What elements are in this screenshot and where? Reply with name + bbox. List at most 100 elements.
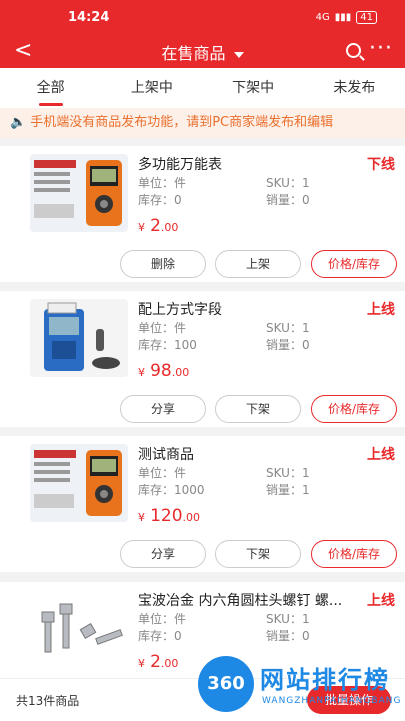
sku-value: 1	[301, 176, 310, 190]
sales-value: 1	[302, 483, 310, 497]
unit-row: 单位：件	[138, 464, 186, 481]
sales-label: 销量：	[266, 629, 303, 643]
tab-off-shelf[interactable]: 下架中	[203, 68, 304, 108]
search-icon[interactable]	[346, 43, 361, 58]
product-status: 上线	[367, 447, 395, 463]
price-decimal: .00	[182, 511, 201, 524]
sku-label: SKU：	[266, 466, 302, 480]
stock-label: 库存：	[138, 193, 175, 207]
more-icon[interactable]: ···	[369, 36, 393, 61]
price-integer: 120	[150, 506, 183, 526]
product-status: 上线	[367, 593, 395, 609]
tab-on-shelf[interactable]: 上架中	[101, 68, 202, 108]
tab-bar: 全部 上架中 下架中 未发布	[0, 68, 405, 108]
unit-value: 件	[174, 321, 187, 335]
stock-label: 库存：	[138, 483, 175, 497]
sales-label: 销量：	[266, 338, 303, 352]
price-decimal: .00	[171, 366, 190, 379]
unlist-button[interactable]: 下架	[215, 540, 301, 568]
product-status: 上线	[367, 302, 395, 318]
price-integer: 98	[150, 361, 172, 381]
nav-bar: < 在售商品 ···	[0, 34, 405, 68]
network-label: 4G	[315, 12, 330, 23]
unit-label: 单位：	[138, 321, 175, 335]
status-bar: 14:24 4G ▮▮▮ 41	[0, 0, 405, 34]
sales-value: 0	[302, 629, 310, 643]
watermark: 360 网站排行榜 WANGZHANPAIHANGBANG	[198, 652, 403, 718]
currency-symbol: ¥	[138, 221, 145, 234]
tab-unpublished[interactable]: 未发布	[304, 68, 405, 108]
sku-value: 1	[301, 612, 310, 626]
price-decimal: .00	[160, 657, 179, 670]
caret-down-icon	[233, 51, 244, 58]
product-price: ¥ 120.00	[138, 506, 200, 526]
unit-value: 件	[174, 176, 187, 190]
sku-row: SKU：1	[266, 174, 310, 191]
share-button[interactable]: 分享	[120, 395, 206, 423]
sales-row: 销量：0	[266, 336, 310, 353]
delete-button[interactable]: 删除	[120, 250, 206, 278]
battery-icon: 41	[356, 11, 377, 24]
product-price: ¥ 2.00	[138, 216, 178, 236]
product-name: 配上方式字段	[138, 302, 222, 318]
unit-value: 件	[174, 466, 187, 480]
list-button[interactable]: 上架	[215, 250, 301, 278]
product-count: 共13件商品	[16, 694, 80, 708]
price-stock-button[interactable]: 价格/库存	[311, 250, 397, 278]
notice-text: 手机端没有商品发布功能，请到PC商家端发布和编辑	[30, 115, 334, 130]
product-status: 下线	[367, 157, 395, 173]
signal-icon: ▮▮▮	[334, 12, 352, 23]
hardness-tester-image	[30, 299, 128, 377]
product-card[interactable]: 测试商品 上线 单位：件 SKU：1 库存：1000 销量：1 ¥ 120.00…	[0, 436, 405, 572]
product-card[interactable]: 配上方式字段 上线 单位：件 SKU：1 库存：100 销量：0 ¥ 98.00…	[0, 291, 405, 427]
sales-row: 销量：1	[266, 481, 310, 498]
stock-row: 库存：0	[138, 191, 182, 208]
watermark-url: WANGZHANPAIHANGBANG	[262, 696, 402, 706]
price-integer: 2	[150, 652, 161, 672]
tab-all[interactable]: 全部	[0, 68, 101, 108]
stock-row: 库存：1000	[138, 481, 205, 498]
product-price: ¥ 2.00	[138, 652, 178, 672]
stock-value: 0	[174, 193, 182, 207]
watermark-logo: 360	[198, 656, 254, 712]
sales-label: 销量：	[266, 193, 303, 207]
price-stock-button[interactable]: 价格/库存	[311, 540, 397, 568]
stock-value: 100	[174, 338, 197, 352]
price-stock-button[interactable]: 价格/库存	[311, 395, 397, 423]
product-name: 测试商品	[138, 447, 194, 463]
sku-label: SKU：	[266, 612, 302, 626]
sales-value: 0	[302, 193, 310, 207]
unit-row: 单位：件	[138, 319, 186, 336]
sku-row: SKU：1	[266, 464, 310, 481]
stock-label: 库存：	[138, 338, 175, 352]
screws-image	[30, 590, 128, 668]
product-name: 宝波冶金 内六角圆柱头螺钉 螺...	[138, 593, 343, 609]
multimeter-image	[30, 154, 128, 232]
unit-value: 件	[174, 612, 187, 626]
unlist-button[interactable]: 下架	[215, 395, 301, 423]
share-button[interactable]: 分享	[120, 540, 206, 568]
sales-value: 0	[302, 338, 310, 352]
title-text: 在售商品	[161, 44, 226, 63]
sku-label: SKU：	[266, 176, 302, 190]
sales-label: 销量：	[266, 483, 303, 497]
stock-value: 1000	[174, 483, 205, 497]
page-title[interactable]: 在售商品	[0, 40, 405, 64]
sku-value: 1	[301, 466, 310, 480]
status-time: 14:24	[68, 10, 110, 25]
currency-symbol: ¥	[138, 366, 145, 379]
speaker-icon: 🔈	[10, 115, 27, 130]
sales-row: 销量：0	[266, 627, 310, 644]
product-price: ¥ 98.00	[138, 361, 189, 381]
product-name: 多功能万能表	[138, 157, 222, 173]
price-decimal: .00	[160, 221, 179, 234]
sku-value: 1	[301, 321, 310, 335]
product-card[interactable]: 多功能万能表 下线 单位：件 SKU：1 库存：0 销量：0 ¥ 2.00 删除…	[0, 146, 405, 282]
stock-row: 库存：0	[138, 627, 182, 644]
sku-row: SKU：1	[266, 610, 310, 627]
unit-row: 单位：件	[138, 174, 186, 191]
currency-symbol: ¥	[138, 511, 145, 524]
sku-row: SKU：1	[266, 319, 310, 336]
stock-label: 库存：	[138, 629, 175, 643]
stock-row: 库存：100	[138, 336, 197, 353]
